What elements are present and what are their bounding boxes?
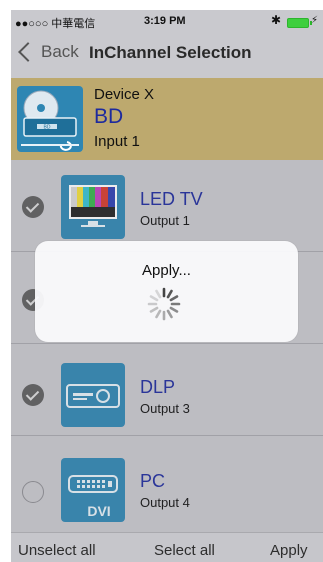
select-all-button[interactable]: Select all: [154, 542, 215, 559]
back-label: Back: [41, 42, 79, 61]
progress-dialog: Apply...: [35, 241, 298, 342]
nav-bar: Back InChannel Selection: [11, 34, 323, 74]
spinner-icon: [147, 287, 181, 321]
unselect-all-button[interactable]: Unselect all: [18, 542, 96, 559]
app-screen: ●●○○○ 中華電信 3:19 PM ✱ ⚡ Back InChannel Se…: [11, 10, 323, 562]
chevron-left-icon: [18, 42, 38, 62]
source-device: Device X: [94, 86, 155, 103]
bottom-toolbar: Unselect all Select all Apply: [11, 532, 323, 562]
bluetooth-icon: ✱: [271, 13, 282, 27]
page-title: InChannel Selection: [89, 43, 252, 62]
bd-display-label: BD: [44, 125, 51, 131]
apply-button[interactable]: Apply: [270, 542, 308, 559]
carrier-signal: ●●○○○ 中華電信: [15, 18, 96, 30]
source-input: Input 1: [94, 133, 140, 150]
battery-icon: [287, 18, 312, 28]
status-time: 3:19 PM: [144, 15, 186, 27]
source-name: BD: [94, 105, 124, 128]
status-bar: ●●○○○ 中華電信 3:19 PM ✱ ⚡: [11, 10, 323, 34]
blu-ray-player-icon: BD: [17, 86, 83, 152]
charging-icon: ⚡: [311, 15, 319, 26]
source-panel[interactable]: BD Device X BD Input 1: [11, 78, 323, 160]
dialog-title: Apply...: [142, 262, 191, 279]
back-button[interactable]: Back: [17, 42, 79, 62]
modal-dim-overlay: [11, 160, 323, 532]
